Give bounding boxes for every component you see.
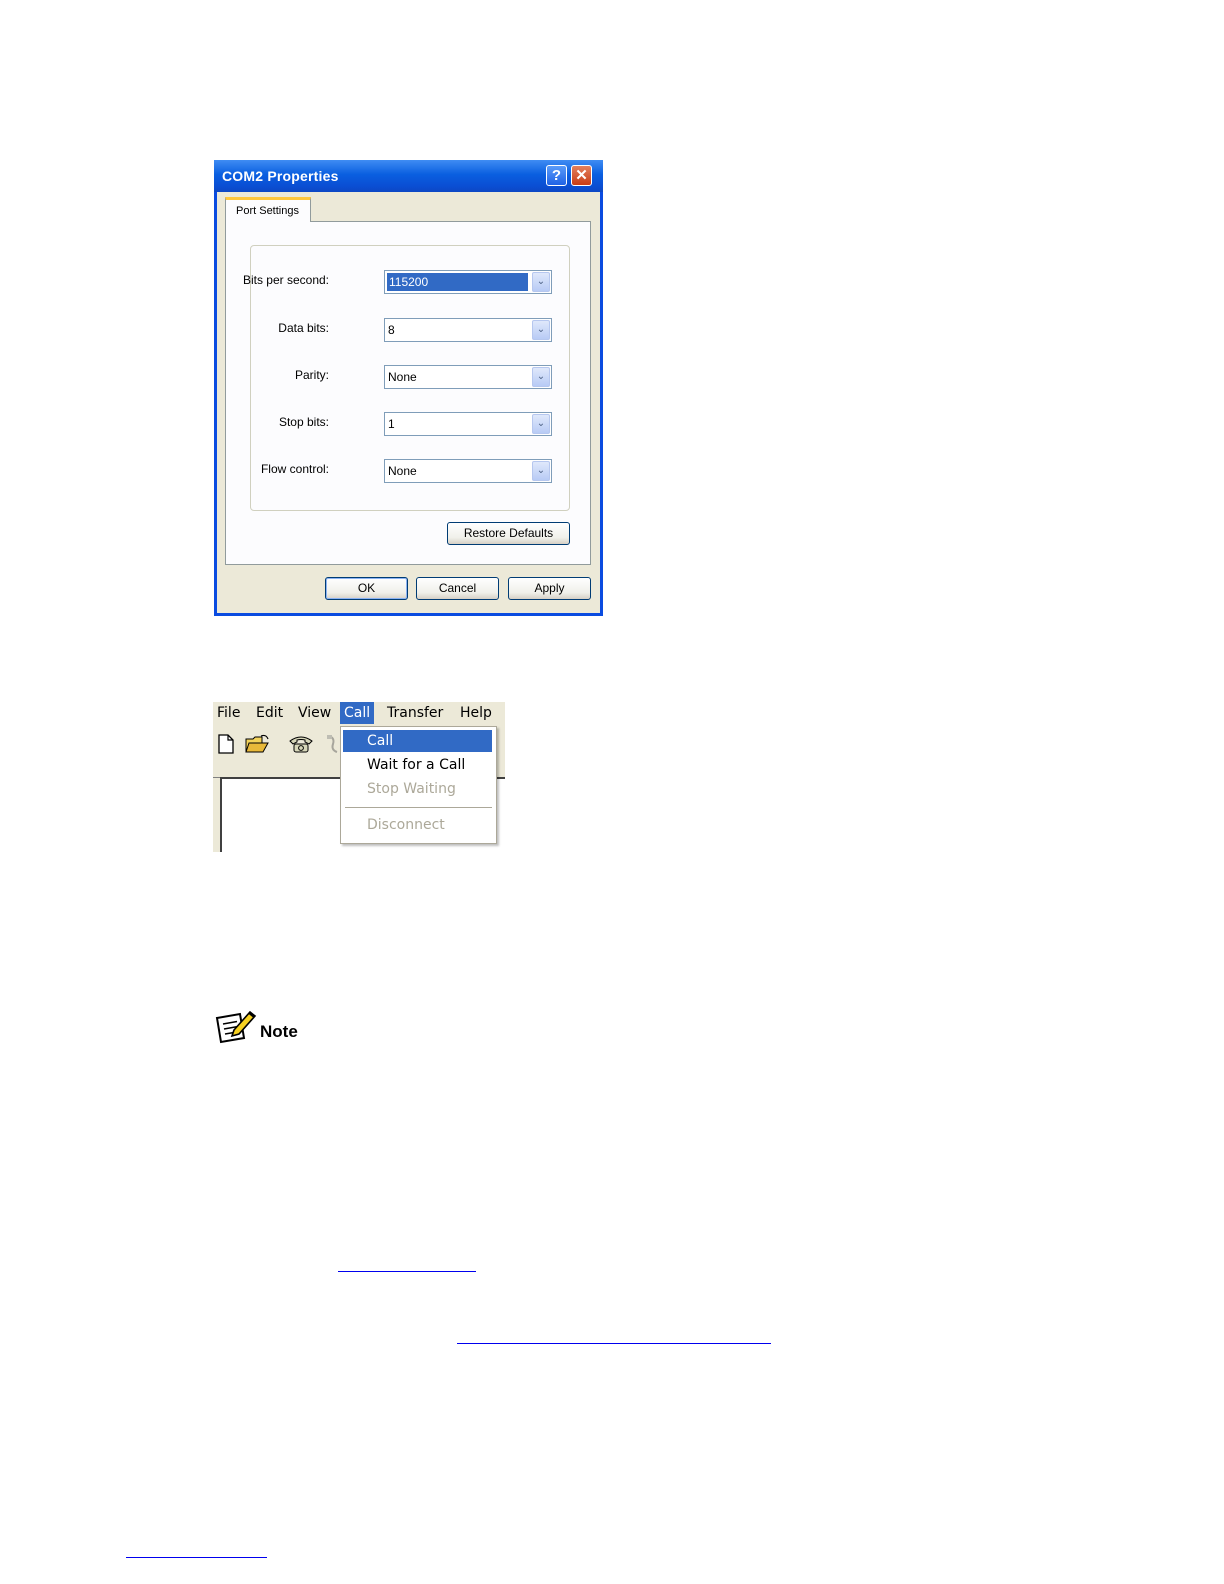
port-settings-panel: Bits per second: 115200 ⌄ Data bits: 8 ⌄…	[225, 221, 591, 565]
link-underline[interactable]	[457, 1343, 771, 1344]
new-file-icon[interactable]	[217, 734, 235, 758]
phone-icon[interactable]	[288, 734, 314, 758]
parity-value: None	[388, 370, 417, 384]
menu-separator	[345, 807, 492, 808]
menu-edit[interactable]: Edit	[252, 704, 287, 722]
dialog-title: COM2 Properties	[222, 168, 339, 184]
chevron-down-icon[interactable]: ⌄	[532, 414, 550, 434]
menu-transfer[interactable]: Transfer	[383, 704, 447, 722]
data-bits-label: Data bits:	[278, 321, 329, 335]
chevron-down-icon[interactable]: ⌄	[532, 461, 550, 481]
note-label: Note	[260, 1022, 298, 1041]
help-button[interactable]: ?	[546, 165, 567, 186]
stop-bits-select[interactable]: 1 ⌄	[384, 412, 552, 436]
cancel-button[interactable]: Cancel	[416, 577, 499, 600]
bits-per-second-select[interactable]: 115200 ⌄	[384, 270, 552, 294]
ok-button[interactable]: OK	[325, 577, 408, 600]
menu-view[interactable]: View	[294, 704, 335, 722]
open-folder-icon[interactable]	[245, 734, 271, 758]
tab-port-settings[interactable]: Port Settings	[225, 197, 311, 222]
restore-defaults-button[interactable]: Restore Defaults	[447, 522, 570, 545]
menu-item-disconnect: Disconnect	[367, 817, 445, 833]
parity-select[interactable]: None ⌄	[384, 365, 552, 389]
menu-item-wait-for-call[interactable]: Wait for a Call	[343, 754, 492, 776]
stop-bits-label: Stop bits:	[278, 415, 329, 429]
flow-control-label: Flow control:	[260, 462, 329, 476]
bits-per-second-value: 115200	[387, 273, 528, 291]
parity-label: Parity:	[294, 368, 329, 382]
close-button[interactable]: ✕	[571, 165, 592, 186]
menu-call[interactable]: Call	[340, 702, 375, 724]
chevron-down-icon[interactable]: ⌄	[532, 367, 550, 387]
disconnect-icon[interactable]	[325, 734, 341, 758]
menu-help[interactable]: Help	[456, 704, 496, 722]
flow-control-value: None	[388, 464, 417, 478]
flow-control-select[interactable]: None ⌄	[384, 459, 552, 483]
link-underline[interactable]	[126, 1557, 267, 1558]
bits-per-second-label: Bits per second:	[242, 273, 329, 287]
com2-properties-dialog: COM2 Properties ? ✕ Port Settings Bits p…	[214, 160, 603, 616]
link-underline[interactable]	[338, 1271, 476, 1272]
apply-button[interactable]: Apply	[508, 577, 591, 600]
stop-bits-value: 1	[388, 417, 395, 431]
chevron-down-icon[interactable]: ⌄	[532, 320, 550, 340]
menu-file[interactable]: File	[213, 704, 244, 722]
dialog-titlebar[interactable]: COM2 Properties ? ✕	[214, 160, 603, 192]
settings-group: Bits per second: 115200 ⌄ Data bits: 8 ⌄…	[243, 245, 570, 511]
menu-bar: File Edit View Call Transfer Help	[213, 702, 505, 724]
chevron-down-icon[interactable]: ⌄	[532, 272, 550, 292]
note-pencil-icon	[214, 1008, 258, 1044]
data-bits-value: 8	[388, 323, 395, 337]
menu-item-call[interactable]: Call	[343, 730, 492, 752]
menu-item-stop-waiting: Stop Waiting	[367, 781, 456, 797]
call-menu-dropdown: Call Wait for a Call Stop Waiting Discon…	[340, 726, 497, 844]
data-bits-select[interactable]: 8 ⌄	[384, 318, 552, 342]
